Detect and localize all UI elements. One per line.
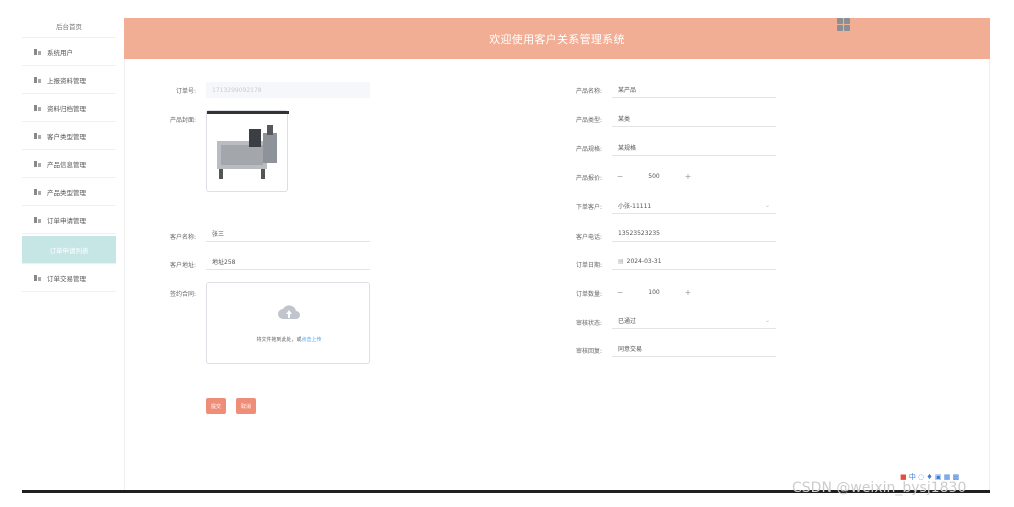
order-qty-label: 订单数量:	[575, 291, 602, 298]
customer-name-label: 客户名称:	[169, 234, 196, 241]
product-image-upload[interactable]	[206, 110, 289, 192]
page-title: 欢迎使用客户关系管理系统	[489, 32, 625, 46]
sidebar-item-order-apply[interactable]: 订单申请管理	[22, 206, 116, 234]
qty-minus-button[interactable]: −	[612, 284, 628, 300]
review-status-select[interactable]: 已通过 ⌄	[612, 313, 776, 329]
calendar-icon: ▤	[618, 258, 624, 265]
submit-button[interactable]: 提交	[206, 398, 227, 414]
sidebar-item-label: 系统用户	[47, 48, 73, 57]
customer-name-field[interactable]: 张三	[206, 226, 370, 242]
sidebar-item-label: 上报资料管理	[47, 76, 86, 85]
customer-address-label: 客户地址:	[169, 262, 196, 269]
customer-address-field[interactable]: 地址258	[206, 254, 370, 270]
price-minus-button[interactable]: −	[612, 168, 628, 184]
chevron-down-icon: ⌄	[764, 202, 770, 209]
product-price-label: 产品报价:	[575, 175, 602, 182]
contract-upload-link[interactable]: 点击上传	[302, 337, 322, 343]
sidebar-item-product-info[interactable]: 产品信息管理	[22, 150, 116, 178]
menu-icon	[34, 160, 41, 167]
sidebar-item-report[interactable]: 上报资料管理	[22, 66, 116, 94]
menu-icon	[34, 274, 41, 281]
customer-phone-field[interactable]: 13523523235	[612, 226, 776, 242]
menu-icon	[34, 132, 41, 139]
avatar[interactable]	[837, 18, 851, 32]
price-plus-button[interactable]: +	[680, 168, 696, 184]
contract-hint-text: 将文件拖到此处，或	[256, 337, 302, 343]
contract-label: 签约合同:	[169, 291, 196, 298]
review-status-value: 已通过	[618, 318, 637, 325]
contract-upload[interactable]: 将文件拖到此处，或点击上传	[206, 282, 370, 364]
sidebar-home[interactable]: 后台首页	[22, 14, 116, 38]
machine-image	[207, 111, 289, 179]
sidebar-item-order-trade[interactable]: 订单交易管理	[22, 264, 116, 292]
sidebar-item-archive[interactable]: 资料归档管理	[22, 94, 116, 122]
order-date-field[interactable]: ▤ 2024-03-31	[612, 254, 776, 270]
product-type-field[interactable]: 某类	[612, 111, 776, 127]
sidebar-item-product-type[interactable]: 产品类型管理	[22, 178, 116, 206]
qty-plus-button[interactable]: +	[680, 284, 696, 300]
order-qty-stepper[interactable]: − 100 +	[612, 284, 696, 300]
sidebar-item-label: 客户类型管理	[47, 132, 86, 141]
review-reply-label: 审核回复:	[575, 348, 602, 355]
page-header: 欢迎使用客户关系管理系统	[124, 18, 990, 59]
product-spec-field[interactable]: 某规格	[612, 140, 776, 156]
cancel-button[interactable]: 取消	[236, 398, 257, 414]
menu-icon	[34, 216, 41, 223]
menu-icon	[34, 76, 41, 83]
menu-icon	[34, 104, 41, 111]
order-customer-value: 小张-11111	[618, 203, 652, 210]
contract-hint: 将文件拖到此处，或点击上传	[207, 336, 371, 343]
sidebar-home-label: 后台首页	[56, 22, 82, 31]
cloud-upload-icon	[278, 305, 300, 319]
product-name-field[interactable]: 某产品	[612, 82, 776, 98]
watermark: CSDN @weixin_bysj1830	[792, 480, 967, 496]
sidebar-item-label: 订单申请列表	[49, 246, 89, 255]
product-type-label: 产品类型:	[575, 117, 602, 124]
sidebar-item-customer-type[interactable]: 客户类型管理	[22, 122, 116, 150]
product-name-label: 产品名称:	[575, 88, 602, 95]
order-customer-label: 下单客户:	[575, 204, 602, 211]
order-no-field: 1713299092178	[206, 82, 370, 98]
sidebar-item-users[interactable]: 系统用户	[22, 38, 116, 66]
review-status-label: 审核状态:	[575, 320, 602, 327]
sidebar-item-label: 订单交易管理	[47, 274, 86, 283]
sidebar: 后台首页 系统用户 上报资料管理 资料归档管理 客户类型管理 产品信息管理 产品…	[22, 14, 116, 490]
customer-phone-label: 客户电话:	[575, 234, 602, 241]
qty-value[interactable]: 100	[628, 289, 680, 296]
sidebar-item-label: 产品信息管理	[47, 160, 86, 169]
sidebar-item-label: 订单申请管理	[47, 216, 86, 225]
order-customer-select[interactable]: 小张-11111 ⌄	[612, 198, 776, 214]
product-image-label: 产品封面:	[169, 117, 196, 124]
order-no-label: 订单号:	[175, 88, 196, 95]
product-spec-label: 产品规格:	[575, 146, 602, 153]
sidebar-item-label: 产品类型管理	[47, 188, 86, 197]
product-price-stepper[interactable]: − 500 +	[612, 168, 696, 184]
review-reply-field[interactable]: 同意交易	[612, 341, 776, 357]
order-date-value: 2024-03-31	[626, 258, 662, 265]
menu-icon	[34, 48, 41, 55]
app-root: 后台首页 系统用户 上报资料管理 资料归档管理 客户类型管理 产品信息管理 产品…	[0, 0, 1014, 507]
chevron-down-icon: ⌄	[764, 317, 770, 324]
price-value[interactable]: 500	[628, 173, 680, 180]
order-date-label: 订单日期:	[575, 262, 602, 269]
sidebar-item-label: 资料归档管理	[47, 104, 86, 113]
menu-icon	[34, 188, 41, 195]
sidebar-item-order-list[interactable]: 订单申请列表	[22, 236, 116, 264]
